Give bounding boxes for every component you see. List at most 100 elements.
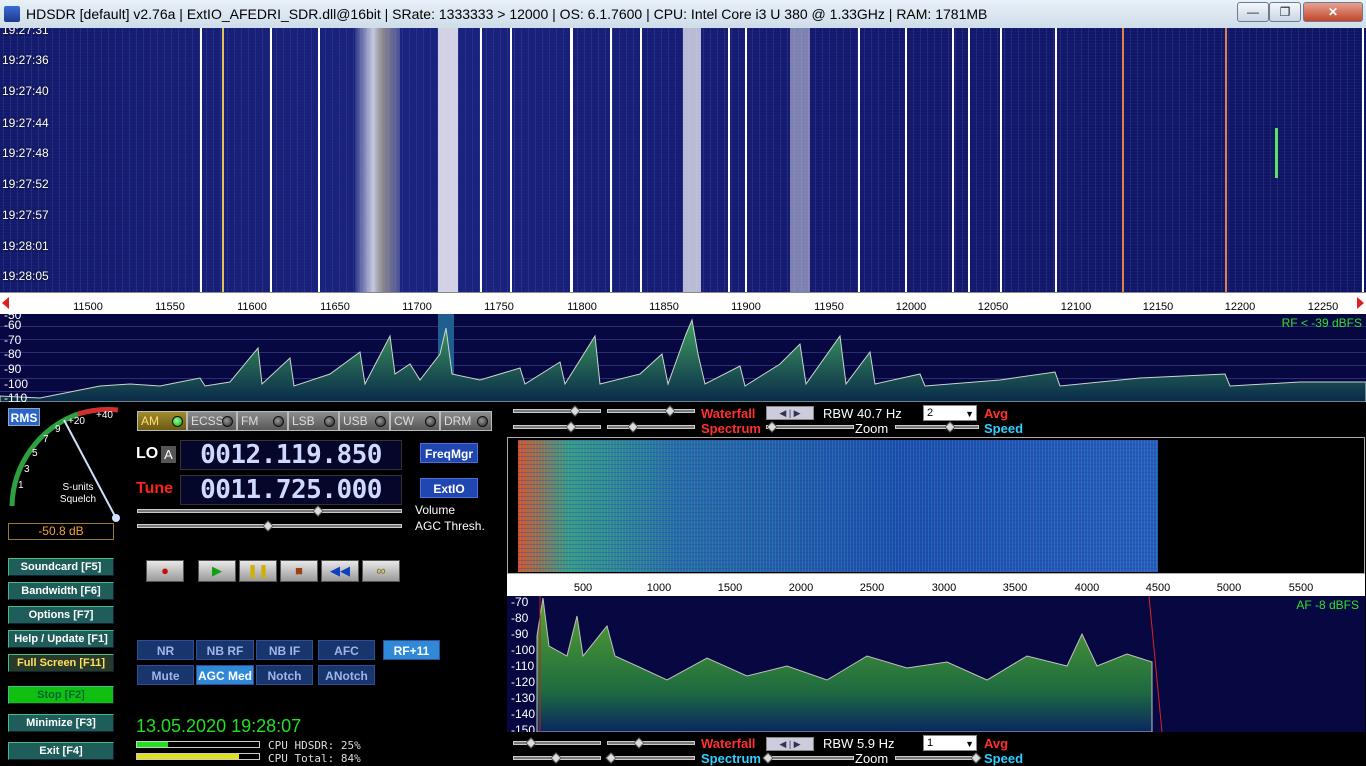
signal-line <box>200 28 202 292</box>
af-tick: 1000 <box>646 582 672 594</box>
lo-frequency-display[interactable]: 0012.119.850 <box>180 440 402 470</box>
mute-button[interactable]: Mute <box>137 665 194 685</box>
anotch-button[interactable]: ANotch <box>318 665 375 685</box>
maximize-window-button[interactable]: ❐ <box>1269 2 1301 22</box>
rf-spectrum-brightness-slider[interactable] <box>607 425 695 429</box>
slider-knob[interactable] <box>633 737 645 749</box>
notch-button[interactable]: Notch <box>256 665 313 685</box>
af-db-label: -120 <box>511 675 536 689</box>
af-waterfall-brightness-slider[interactable] <box>607 741 695 745</box>
stop-button[interactable]: Stop [F2] <box>8 686 114 704</box>
signal-line <box>510 28 512 292</box>
agc-threshold-knob[interactable] <box>262 520 274 532</box>
slider-knob[interactable] <box>944 421 956 433</box>
window-title: HDSDR [default] v2.76a | ExtIO_AFEDRI_SD… <box>26 6 988 22</box>
soundcard-button[interactable]: Soundcard [F5] <box>8 558 114 576</box>
slider-knob[interactable] <box>766 421 778 433</box>
extio-button[interactable]: ExtIO <box>420 478 478 498</box>
rf-spectrum-contrast-slider[interactable] <box>513 425 601 429</box>
af-spectrum[interactable]: -70 -80 -90 -100 -110 -120 -130 -140 -15… <box>507 596 1365 732</box>
freq-tick: 12050 <box>977 301 1009 313</box>
scroll-right-arrow-icon[interactable] <box>1357 297 1364 309</box>
af-zoom-slider[interactable] <box>766 756 854 760</box>
play-button[interactable]: ▶ <box>198 560 236 582</box>
slider-knob[interactable] <box>565 421 577 433</box>
s-meter[interactable]: RMS 1 3 5 7 9 +20 +40 S-units Squelch <box>6 406 126 524</box>
slider-knob[interactable] <box>627 421 639 433</box>
loop-button[interactable]: ∞ <box>362 560 400 582</box>
mode-ecss-button[interactable]: ECSS <box>187 411 237 431</box>
mode-label: USB <box>343 414 368 428</box>
nr-button[interactable]: NR <box>137 640 194 660</box>
mode-label: CW <box>394 414 414 428</box>
af-waterfall-label: Waterfall <box>701 736 756 751</box>
slider-knob[interactable] <box>550 752 562 764</box>
slider-knob[interactable] <box>664 405 676 417</box>
rf-gain-button[interactable]: RF+11 <box>383 640 440 660</box>
mode-fm-button[interactable]: FM <box>237 411 288 431</box>
pause-button[interactable]: ❚❚ <box>239 560 277 582</box>
rf-waterfall-spin[interactable]: ◀ | ▶ <box>766 406 814 420</box>
af-tick: 3500 <box>1002 582 1028 594</box>
agc-mode-button[interactable]: AGC Med <box>196 665 254 685</box>
led-icon <box>222 416 233 427</box>
mode-am-button[interactable]: AM <box>137 411 187 431</box>
freq-tick: 11600 <box>237 301 267 313</box>
scroll-left-arrow-icon[interactable] <box>2 297 9 309</box>
minimize-button[interactable]: Minimize [F3] <box>8 714 114 732</box>
freqmgr-button[interactable]: FreqMgr <box>420 443 478 463</box>
af-avg-value: 1 <box>927 737 934 749</box>
slider-knob[interactable] <box>970 752 982 764</box>
volume-slider[interactable] <box>137 509 402 513</box>
nb-rf-button[interactable]: NB RF <box>196 640 254 660</box>
rf-spectrum[interactable]: -50 -60 -70 -80 -90 -100 -110 RF < -39 d… <box>0 314 1366 402</box>
mode-cw-button[interactable]: CW <box>390 411 440 431</box>
timestamp: 19:28:01 <box>2 239 49 253</box>
slider-knob[interactable] <box>762 752 774 764</box>
rf-waterfall-contrast-slider[interactable] <box>513 409 601 413</box>
options-button[interactable]: Options [F7] <box>8 606 114 624</box>
freq-tick: 11650 <box>320 301 350 313</box>
rf-waterfall-brightness-slider[interactable] <box>607 409 695 413</box>
nb-if-button[interactable]: NB IF <box>256 640 313 660</box>
record-button[interactable]: ● <box>146 560 184 582</box>
timestamp: 19:28:05 <box>2 269 49 283</box>
slider-knob[interactable] <box>525 737 537 749</box>
af-avg-select[interactable]: 1 ▼ <box>923 735 977 751</box>
rf-waterfall[interactable]: 19:27:31 19:27:36 19:27:40 19:27:44 19:2… <box>0 28 1366 292</box>
af-speed-slider[interactable] <box>895 756 979 760</box>
mode-usb-button[interactable]: USB <box>339 411 390 431</box>
lo-lock-button[interactable]: A <box>161 446 176 463</box>
minimize-window-button[interactable]: — <box>1237 2 1269 22</box>
af-db-label: -130 <box>511 691 536 705</box>
stop-recording-button[interactable]: ■ <box>280 560 318 582</box>
af-frequency-axis[interactable]: 500 1000 1500 2000 2500 3000 3500 4000 4… <box>507 574 1365 596</box>
tune-frequency-display[interactable]: 0011.725.000 <box>180 475 402 505</box>
help-update-button[interactable]: Help / Update [F1] <box>8 630 114 648</box>
signal-line <box>858 28 860 292</box>
freq-tick: 11800 <box>567 301 597 313</box>
rewind-button[interactable]: ◀◀ <box>321 560 359 582</box>
af-waterfall-spin[interactable]: ◀ | ▶ <box>766 737 814 751</box>
full-screen-button[interactable]: Full Screen [F11] <box>8 654 114 672</box>
mode-lsb-button[interactable]: LSB <box>288 411 339 431</box>
exit-button[interactable]: Exit [F4] <box>8 742 114 760</box>
slider-knob[interactable] <box>569 405 581 417</box>
agc-threshold-label: AGC Thresh. <box>415 519 485 533</box>
rf-speed-slider[interactable] <box>895 425 979 429</box>
app-icon <box>4 6 20 22</box>
volume-slider-knob[interactable] <box>312 505 324 517</box>
afc-button[interactable]: AFC <box>318 640 375 660</box>
af-spectrum-brightness-slider[interactable] <box>607 756 695 760</box>
led-icon <box>273 416 284 427</box>
af-level-status: AF -8 dBFS <box>1296 598 1359 612</box>
mode-drm-button[interactable]: DRM <box>440 411 492 431</box>
bandwidth-button[interactable]: Bandwidth [F6] <box>8 582 114 600</box>
slider-knob[interactable] <box>605 752 617 764</box>
signal-line <box>968 28 970 292</box>
frequency-axis[interactable]: 11500 11550 11600 11650 11700 11750 1180… <box>0 292 1366 314</box>
rf-zoom-slider[interactable] <box>766 425 854 429</box>
rf-avg-select[interactable]: 2 ▼ <box>923 405 977 421</box>
af-waterfall[interactable] <box>507 437 1365 574</box>
close-window-button[interactable]: ✕ <box>1303 2 1363 22</box>
